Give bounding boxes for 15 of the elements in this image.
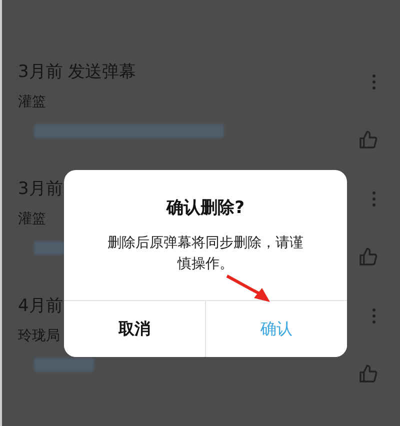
dialog-title: 确认删除? [165, 197, 246, 219]
thumbs-up-icon[interactable] [358, 130, 378, 150]
video-name: 玲珑局 [18, 327, 60, 346]
blurred-link-bar[interactable] [34, 124, 224, 138]
more-icon[interactable] [372, 191, 376, 207]
video-name: 灌篮 [18, 93, 46, 112]
blurred-link-bar[interactable] [34, 241, 64, 255]
annotation-arrow [226, 274, 270, 302]
blurred-link-bar[interactable] [34, 358, 94, 372]
thumbs-up-icon[interactable] [358, 247, 378, 267]
more-icon[interactable] [372, 308, 376, 324]
thumbs-up-icon[interactable] [358, 364, 378, 384]
video-name: 灌篮 [18, 210, 46, 229]
dialog-message: 删除后原弹幕将同步删除，请谨慎操作。 [106, 234, 304, 274]
more-icon[interactable] [372, 74, 376, 90]
